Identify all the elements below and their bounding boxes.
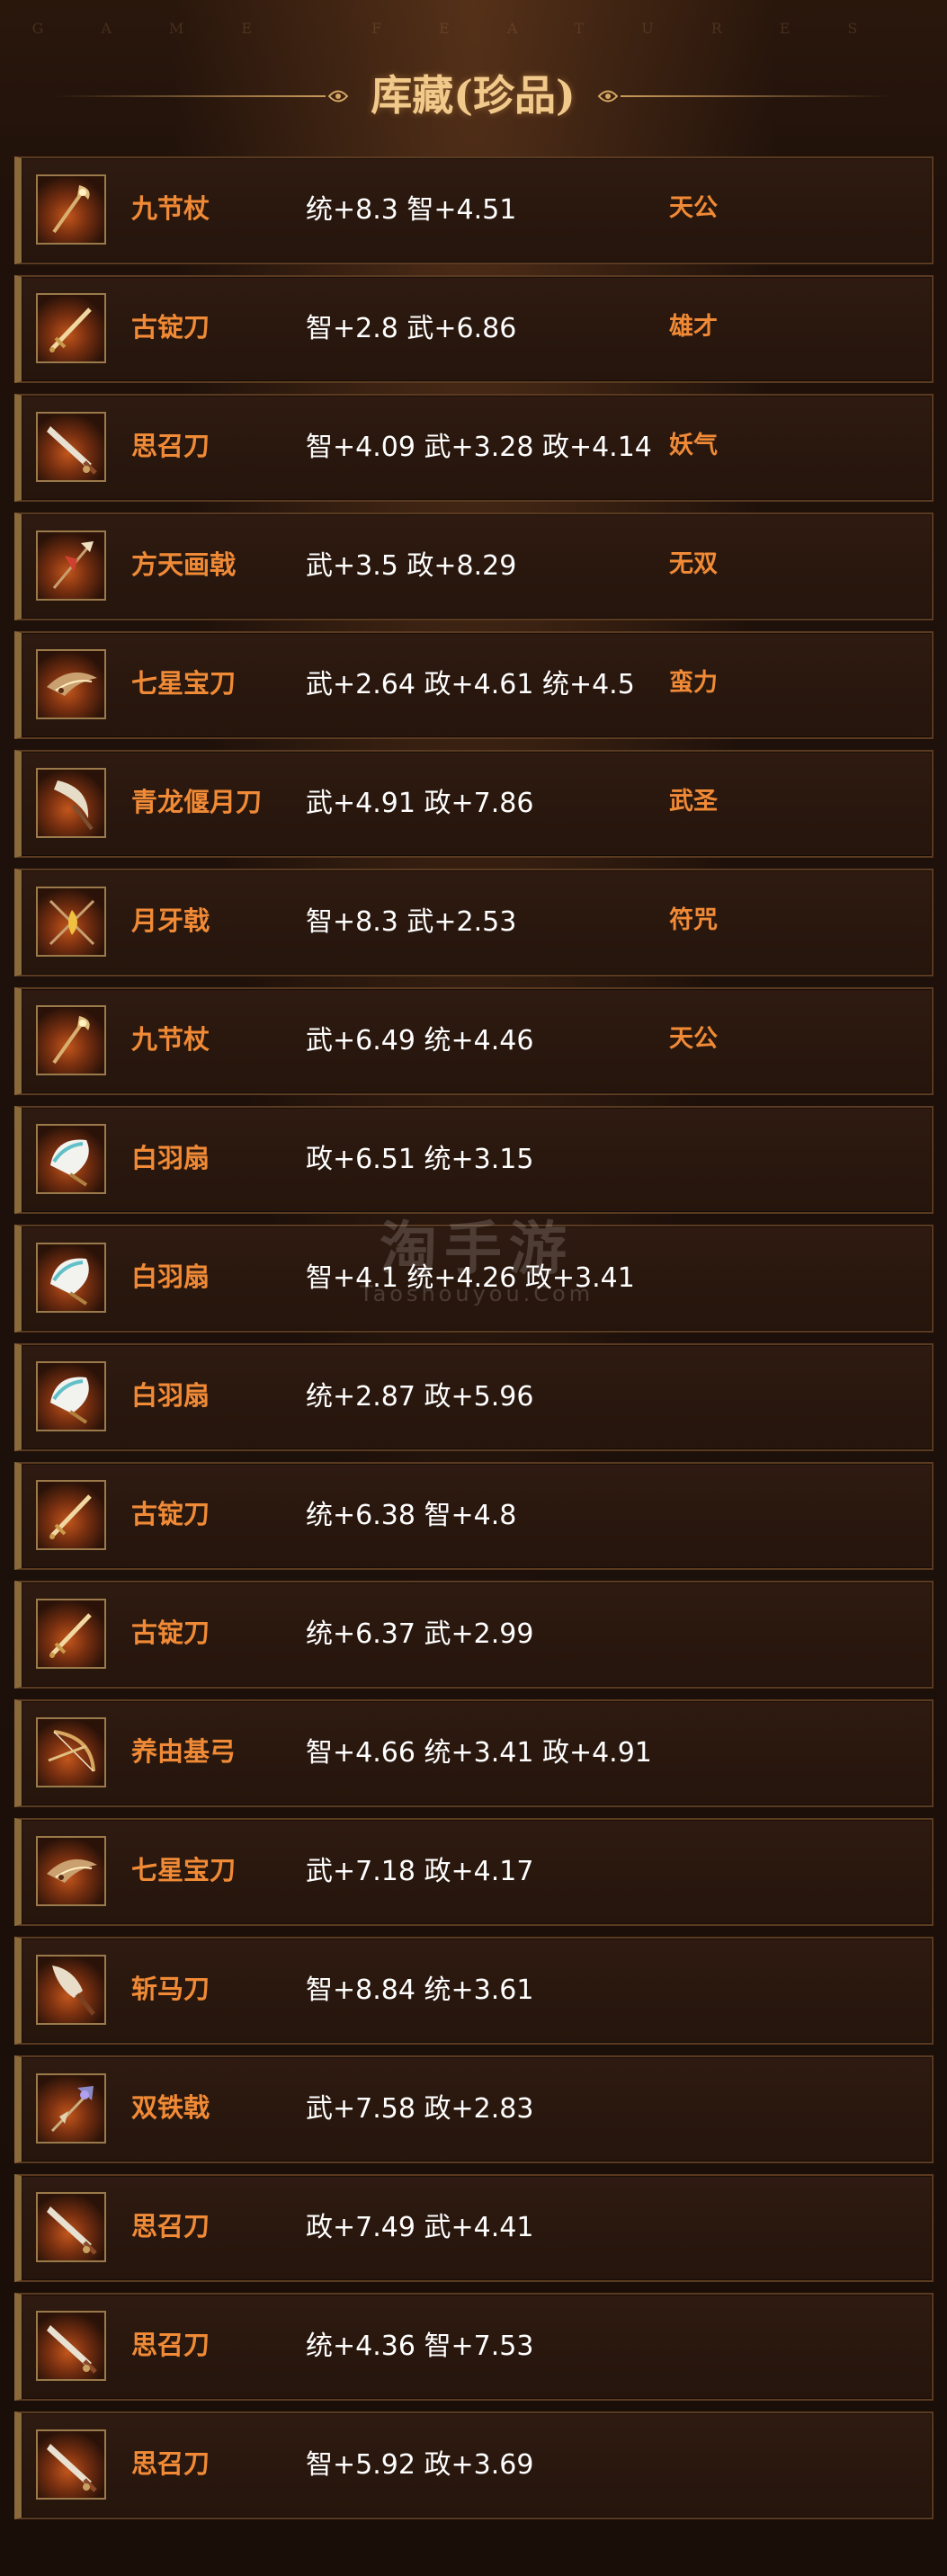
item-name: 七星宝刀 (131, 1855, 237, 1885)
bow-icon (36, 1717, 106, 1787)
header-line-right (621, 95, 890, 97)
item-name: 九节杖 (131, 193, 210, 224)
item-stats: 武+4.91 政+7.86 (306, 788, 534, 819)
page-title: 库藏(珍品) (371, 71, 576, 120)
staff-icon (36, 174, 106, 245)
halberd-icon (36, 530, 106, 601)
list-item: 白羽扇 政+6.51 统+3.15 (14, 1106, 934, 1214)
list-item: 九节杖 统+8.3 智+4.51 天公 (14, 156, 934, 264)
item-stats: 武+7.18 政+4.17 (306, 1856, 534, 1887)
page-background: GAME FEATURES 库藏(珍品) 九节杖 统+8.3 智+4.51 天公 古锭… (0, 0, 947, 2576)
item-stats: 统+6.37 武+2.99 (306, 1618, 534, 1650)
item-name: 白羽扇 (131, 1261, 210, 1292)
list-item: 七星宝刀 武+2.64 政+4.61 统+4.5 蛮力 (14, 631, 934, 739)
sword-icon (36, 1599, 106, 1669)
item-stats: 武+7.58 政+2.83 (306, 2093, 534, 2125)
item-stats: 武+2.64 政+4.61 统+4.5 (306, 669, 635, 700)
item-name: 月牙戟 (131, 905, 210, 936)
item-stats: 智+8.84 统+3.61 (306, 1974, 534, 2006)
feather-fan-icon (36, 1243, 106, 1313)
item-trait: 妖气 (669, 432, 718, 459)
list-item: 白羽扇 智+4.1 统+4.26 政+3.41 (14, 1225, 934, 1333)
list-item: 斩马刀 智+8.84 统+3.61 (14, 1937, 934, 2045)
broad-blade-icon (36, 1955, 106, 2025)
item-name: 养由基弓 (131, 1736, 237, 1767)
crescent-halberd-icon (36, 887, 106, 957)
item-stats: 统+8.3 智+4.51 (306, 194, 517, 226)
sword-icon (36, 293, 106, 363)
item-stats: 武+3.5 政+8.29 (306, 550, 517, 582)
item-name: 青龙偃月刀 (131, 787, 263, 817)
glaive-icon (36, 768, 106, 838)
item-stats: 统+4.36 智+7.53 (306, 2331, 534, 2362)
item-name: 思召刀 (131, 2448, 210, 2479)
item-name: 思召刀 (131, 2330, 210, 2360)
item-stats: 智+2.8 武+6.86 (306, 313, 517, 344)
item-name: 古锭刀 (131, 312, 210, 343)
item-stats: 政+7.49 武+4.41 (306, 2212, 534, 2243)
dragon-blade-icon (36, 649, 106, 719)
item-name: 九节杖 (131, 1024, 210, 1055)
list-item: 养由基弓 智+4.66 统+3.41 政+4.91 (14, 1699, 934, 1807)
item-name: 思召刀 (131, 2211, 210, 2242)
item-stats: 武+6.49 统+4.46 (306, 1025, 534, 1056)
item-stats: 智+4.1 统+4.26 政+3.41 (306, 1262, 635, 1294)
blade-icon (36, 412, 106, 482)
blade-icon (36, 2429, 106, 2500)
list-item: 思召刀 政+7.49 武+4.41 (14, 2174, 934, 2282)
list-item: 双铁戟 武+7.58 政+2.83 (14, 2055, 934, 2163)
header-line-left (56, 95, 326, 97)
item-trait: 天公 (669, 194, 718, 222)
header-decor-letters: GAME FEATURES (31, 20, 916, 37)
ornament-left-icon (327, 90, 349, 103)
list-item: 古锭刀 统+6.38 智+4.8 (14, 1462, 934, 1570)
item-name: 思召刀 (131, 431, 210, 461)
item-name: 方天画戟 (131, 549, 237, 580)
item-trait: 武圣 (669, 788, 718, 816)
list-item: 思召刀 智+5.92 政+3.69 (14, 2411, 934, 2519)
feather-fan-icon (36, 1124, 106, 1194)
dragon-blade-icon (36, 1836, 106, 1906)
item-stats: 统+6.38 智+4.8 (306, 1500, 517, 1531)
sword-icon (36, 1480, 106, 1550)
item-stats: 智+8.3 武+2.53 (306, 906, 517, 938)
twin-halberd-icon (36, 2073, 106, 2144)
item-trait: 蛮力 (669, 669, 718, 697)
list-item: 月牙戟 智+8.3 武+2.53 符咒 (14, 869, 934, 976)
item-name: 古锭刀 (131, 1618, 210, 1648)
item-stats: 智+5.92 政+3.69 (306, 2449, 534, 2481)
list-item: 古锭刀 统+6.37 武+2.99 (14, 1581, 934, 1689)
list-item: 青龙偃月刀 武+4.91 政+7.86 武圣 (14, 750, 934, 858)
list-item: 思召刀 统+4.36 智+7.53 (14, 2293, 934, 2401)
item-trait: 天公 (669, 1025, 718, 1053)
blade-icon (36, 2311, 106, 2381)
treasure-list: 九节杖 统+8.3 智+4.51 天公 古锭刀 智+2.8 武+6.86 雄才 思召刀 智+4… (14, 156, 934, 2530)
item-stats: 智+4.09 武+3.28 政+4.14 (306, 432, 652, 463)
feather-fan-icon (36, 1361, 106, 1431)
section-header: 库藏(珍品) (0, 63, 947, 126)
ornament-right-icon (597, 90, 619, 103)
item-stats: 统+2.87 政+5.96 (306, 1381, 534, 1413)
item-stats: 智+4.66 统+3.41 政+4.91 (306, 1737, 652, 1769)
list-item: 白羽扇 统+2.87 政+5.96 (14, 1343, 934, 1451)
item-trait: 雄才 (669, 313, 718, 341)
item-name: 白羽扇 (131, 1380, 210, 1411)
blade-icon (36, 2192, 106, 2262)
list-item: 思召刀 智+4.09 武+3.28 政+4.14 妖气 (14, 394, 934, 502)
list-item: 九节杖 武+6.49 统+4.46 天公 (14, 987, 934, 1095)
item-name: 斩马刀 (131, 1974, 210, 2004)
list-item: 方天画戟 武+3.5 政+8.29 无双 (14, 513, 934, 620)
item-trait: 无双 (669, 550, 718, 578)
list-item: 古锭刀 智+2.8 武+6.86 雄才 (14, 275, 934, 383)
list-item: 七星宝刀 武+7.18 政+4.17 (14, 1818, 934, 1926)
staff-icon (36, 1005, 106, 1075)
item-trait: 符咒 (669, 906, 718, 934)
item-name: 七星宝刀 (131, 668, 237, 699)
item-name: 双铁戟 (131, 2092, 210, 2123)
item-stats: 政+6.51 统+3.15 (306, 1144, 534, 1175)
item-name: 白羽扇 (131, 1143, 210, 1173)
item-name: 古锭刀 (131, 1499, 210, 1529)
